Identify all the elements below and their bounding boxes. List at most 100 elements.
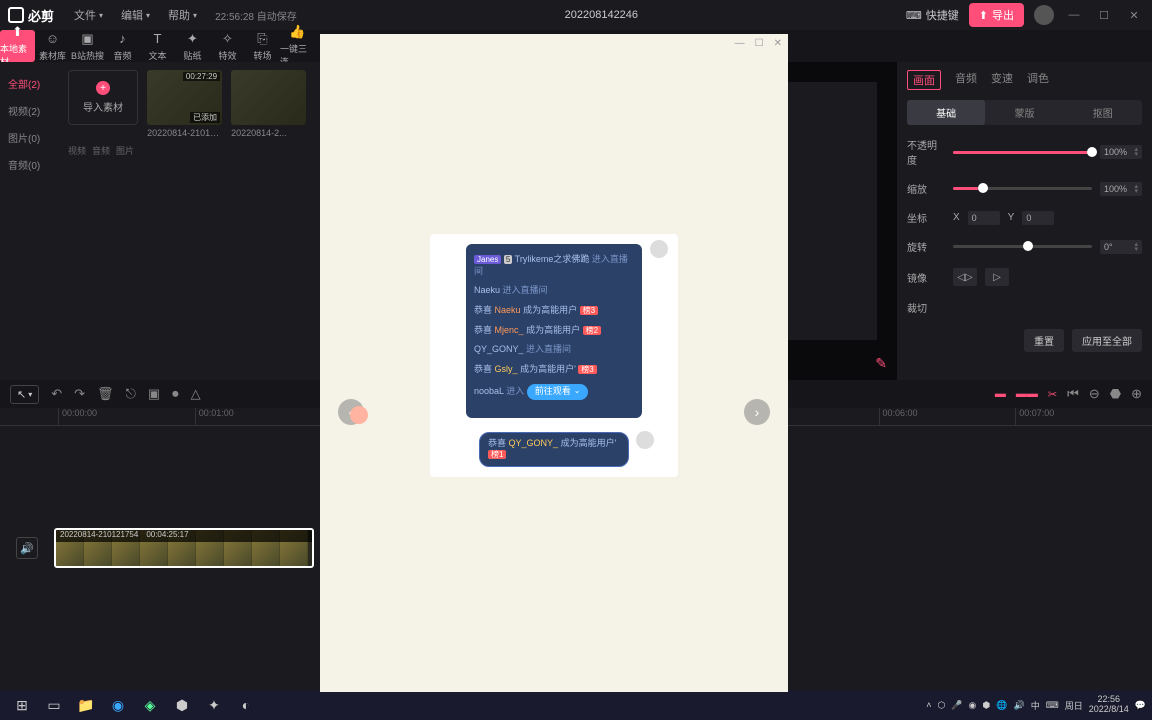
close-button[interactable]: ✕ (1124, 9, 1144, 22)
user-avatar[interactable] (1034, 5, 1054, 25)
marker-icon[interactable]: ⬣ (1110, 386, 1121, 402)
mirror-v-button[interactable]: ▷ (985, 268, 1009, 286)
opacity-value[interactable]: 100%▴▾ (1100, 145, 1142, 159)
menu-file[interactable]: 文件▾ (74, 7, 103, 23)
task-view-icon[interactable]: ▭ (38, 692, 70, 718)
chat-card: Janes 5 Trylikeme之求佛跪 进入直播间 Naeku 进入直播间 … (430, 234, 678, 477)
app-icon-3[interactable]: ✦ (198, 692, 230, 718)
tray-network-icon[interactable]: 🌐 (996, 700, 1007, 711)
mirror-h-button[interactable]: ◁▷ (953, 268, 977, 286)
split-icon[interactable]: ⎋ (126, 386, 136, 402)
export-button[interactable]: ⬆导出 (969, 3, 1024, 27)
zoom-fit-icon[interactable]: ⊕ (1131, 386, 1142, 402)
document-title: 202208142246 (297, 9, 906, 21)
rotate-value[interactable]: 0°▴▾ (1100, 240, 1142, 254)
scale-value[interactable]: 100%▴▾ (1100, 182, 1142, 196)
import-tab-audio[interactable]: 音频 (92, 144, 110, 157)
sidebar-item-audio[interactable]: 音频(0) (0, 151, 60, 178)
tray-icon-1[interactable]: ⬡ (937, 700, 945, 711)
rotate-label: 旋转 (907, 239, 945, 254)
tool-sticker[interactable]: ✦贴纸 (175, 30, 210, 62)
sidebar-item-video[interactable]: 视频(2) (0, 97, 60, 124)
tool-library[interactable]: ☺素材库 (35, 30, 70, 62)
apply-all-button[interactable]: 应用至全部 (1072, 329, 1142, 352)
prop-tab-color[interactable]: 调色 (1027, 70, 1049, 90)
plus-icon: + (96, 81, 110, 95)
mirror-icon[interactable]: △ (191, 386, 201, 402)
redo-icon[interactable]: ↷ (74, 386, 85, 402)
tray-notifications-icon[interactable]: 💬 (1135, 700, 1146, 711)
tray-keyboard-icon[interactable]: ⌨ (1046, 700, 1059, 711)
goto-watch-button[interactable]: 前往观看 ⌄ (527, 384, 589, 400)
opacity-slider[interactable] (953, 151, 1092, 154)
tool-hot[interactable]: ▣B站热搜 (70, 30, 105, 62)
prop-tab-speed[interactable]: 变速 (991, 70, 1013, 90)
track-mute-button[interactable]: 🔊 (16, 537, 38, 559)
import-tab-image[interactable]: 图片 (116, 144, 134, 157)
overlay-maximize[interactable]: ☐ (755, 38, 764, 50)
prop-tab-audio[interactable]: 音频 (955, 70, 977, 90)
crop-tool-icon[interactable]: ▣ (148, 386, 160, 402)
tool-onekey[interactable]: 👍一键三连 (280, 30, 315, 62)
position-y-input[interactable]: 0 (1022, 211, 1054, 225)
menu-edit[interactable]: 编辑▾ (121, 7, 150, 23)
reset-button[interactable]: 重置 (1024, 329, 1064, 352)
prop-tab-picture[interactable]: 画面 (907, 70, 941, 90)
tray-volume-icon[interactable]: 🔊 (1013, 700, 1024, 711)
cut-tool-1[interactable]: ▬ (995, 388, 1006, 400)
record-icon[interactable]: ⏺ (172, 386, 179, 402)
media-clip-1[interactable]: 00:27:29已添加 20220814-2101217... (147, 70, 222, 138)
tool-audio[interactable]: ♪音频 (105, 30, 140, 62)
import-tab-video[interactable]: 视频 (68, 144, 86, 157)
tray-icon-3[interactable]: ◉ (969, 700, 977, 711)
app-logo: 必剪 (8, 6, 54, 25)
hotkey-button[interactable]: ⌨快捷键 (906, 7, 959, 23)
import-tabs: 视频 音频 图片 (68, 144, 312, 157)
overlay-minimize[interactable]: — (735, 38, 745, 50)
minimize-button[interactable]: — (1064, 9, 1084, 21)
cursor-tool[interactable]: ↖▾ (10, 385, 39, 404)
media-panel: + 导入素材 00:27:29已添加 20220814-2101217... 2… (60, 62, 320, 380)
edge-icon[interactable]: ◉ (102, 692, 134, 718)
mirror-label: 镜像 (907, 270, 945, 285)
start-button[interactable]: ⊞ (6, 692, 38, 718)
sidebar-item-image[interactable]: 图片(0) (0, 124, 60, 151)
tray-clock[interactable]: 22:56 2022/8/14 (1089, 695, 1129, 715)
scale-slider[interactable] (953, 187, 1092, 190)
position-x-input[interactable]: 0 (968, 211, 1000, 225)
app-icon-2[interactable]: ⬢ (166, 692, 198, 718)
explorer-icon[interactable]: 📁 (70, 692, 102, 718)
zoom-out-icon[interactable]: ⊖ (1089, 386, 1100, 402)
app-icon-4[interactable]: ◐ (230, 692, 262, 718)
timeline-clip[interactable]: 20220814-21012175400:04:25:17 (54, 528, 314, 568)
media-clip-2[interactable]: 20220814-2... (231, 70, 306, 138)
cut-tool-3[interactable]: ✂ (1048, 388, 1057, 401)
tray-ime-icon[interactable]: 中 (1031, 699, 1040, 712)
tool-fx[interactable]: ✧特效 (210, 30, 245, 62)
cut-tool-2[interactable]: ▬▬ (1016, 388, 1038, 400)
emoji-icon (350, 406, 368, 424)
sidebar-item-all[interactable]: 全部(2) (0, 70, 60, 97)
undo-icon[interactable]: ↶ (51, 386, 62, 402)
app-icon-1[interactable]: ◈ (134, 692, 166, 718)
import-button[interactable]: + 导入素材 (68, 70, 138, 125)
overlay-close[interactable]: ✕ (774, 38, 782, 50)
menu-help[interactable]: 帮助▾ (168, 7, 197, 23)
tool-text[interactable]: T文本 (140, 30, 175, 62)
tray-chevron[interactable]: ˄ (926, 700, 931, 710)
tool-transition[interactable]: ⎘转场 (245, 30, 280, 62)
tool-local[interactable]: ⬆本地素材 (0, 30, 35, 62)
rotate-slider[interactable] (953, 245, 1092, 248)
tray-icon-4[interactable]: ⬢ (982, 700, 990, 711)
windows-taskbar: ⊞ ▭ 📁 ◉ ◈ ⬢ ✦ ◐ ˄ ⬡ 🎤 ◉ ⬢ 🌐 🔊 中 ⌨ 周日 22:… (0, 690, 1152, 720)
tray-icon-2[interactable]: 🎤 (951, 700, 962, 711)
carousel-next[interactable]: › (744, 399, 770, 425)
maximize-button[interactable]: ☐ (1094, 9, 1114, 22)
subtab-bg[interactable]: 抠图 (1064, 100, 1142, 125)
prev-frame-icon[interactable]: ⏮ (1067, 386, 1079, 402)
autosave-status: 22:56:28 自动保存 (215, 8, 297, 23)
subtab-basic[interactable]: 基础 (907, 100, 985, 125)
delete-icon[interactable]: 🗑 (97, 386, 114, 402)
edit-icon[interactable]: ✎ (875, 355, 887, 372)
subtab-mask[interactable]: 蒙版 (985, 100, 1063, 125)
